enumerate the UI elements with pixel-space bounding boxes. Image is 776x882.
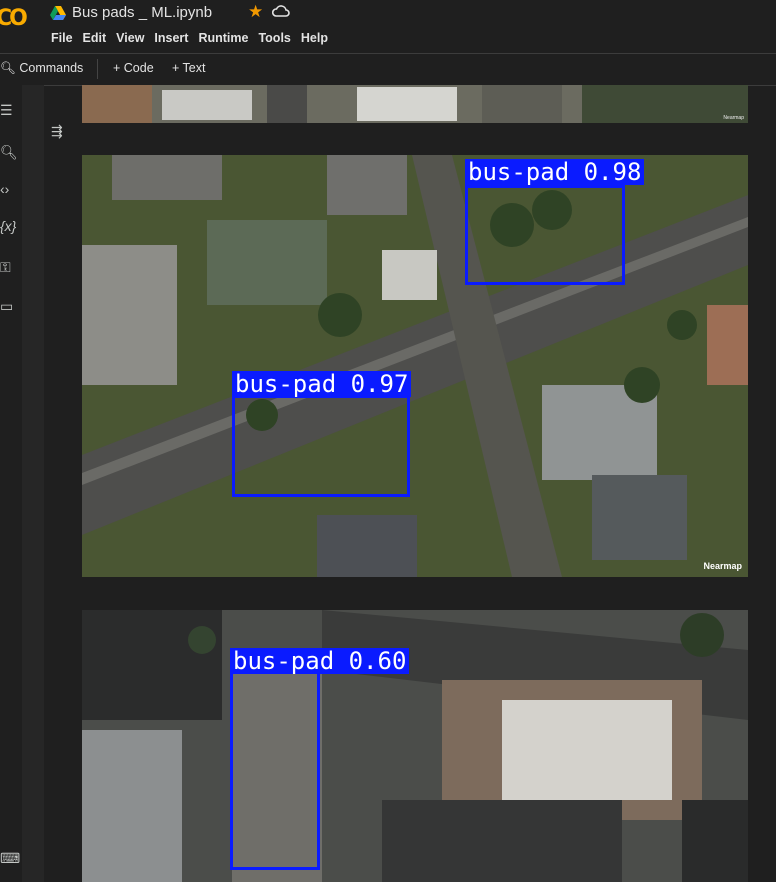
output-image-top: Nearmap [82,85,748,123]
star-icon[interactable]: ★ [248,2,263,22]
variables-icon[interactable]: {x} [0,218,16,234]
output-toggle-icon[interactable]: ⇶ [51,123,63,140]
menu-view[interactable]: View [116,31,144,45]
toolbar-divider [97,59,98,79]
add-text-button[interactable]: + Text [172,61,205,75]
menu-tools[interactable]: Tools [258,31,290,45]
aerial-image-1 [82,155,748,577]
notebook-title[interactable]: Bus pads _ ML.ipynb [72,4,212,21]
detection-box [230,670,320,870]
detection-label: bus-pad 0.60 [230,648,410,674]
left-sidebar: ☰ 🔍︎ ‹› {x} ⚿ ▭ [0,85,23,882]
toolbar: 🔍︎ Commands + Code + Text [0,53,776,86]
menu-runtime[interactable]: Runtime [198,31,248,45]
menu-file[interactable]: File [51,31,73,45]
key-icon[interactable]: ⚿ [0,259,16,275]
detection-label: bus-pad 0.98 [465,159,645,185]
detection-box [232,395,410,497]
aerial-image-2 [82,610,748,882]
output-image-1: bus-pad 0.98 bus-pad 0.97 Nearmap [82,155,748,577]
watermark-small: Nearmap [723,115,744,121]
detection-label: bus-pad 0.97 [232,371,412,397]
colab-logo[interactable]: CO [0,6,28,31]
cloud-icon[interactable] [272,4,290,18]
commands-button[interactable]: 🔍︎ Commands [0,61,83,76]
menu-help[interactable]: Help [301,31,328,45]
output-image-2: bus-pad 0.60 [82,610,748,882]
add-code-button[interactable]: + Code [113,61,154,75]
detection-box [465,185,625,285]
menu-insert[interactable]: Insert [154,31,188,45]
menu-edit[interactable]: Edit [83,31,107,45]
search-icon[interactable]: 🔍︎ [0,144,18,160]
terminal-icon[interactable]: ⌨ [0,850,20,867]
code-icon[interactable]: ‹› [0,181,16,197]
menu-icon[interactable]: ☰ [0,102,16,118]
search-icon: 🔍︎ [0,61,16,75]
menu-bar: File Edit View Insert Runtime Tools Help [51,31,328,45]
watermark: Nearmap [703,561,742,571]
commands-label: Commands [19,61,84,75]
cell-gutter [22,85,44,882]
folder-icon[interactable]: ▭ [0,298,16,314]
drive-icon [50,6,66,20]
aerial-image-top [82,85,748,123]
title-bar: CO Bus pads _ ML.ipynb ★ File Edit View … [0,0,776,52]
